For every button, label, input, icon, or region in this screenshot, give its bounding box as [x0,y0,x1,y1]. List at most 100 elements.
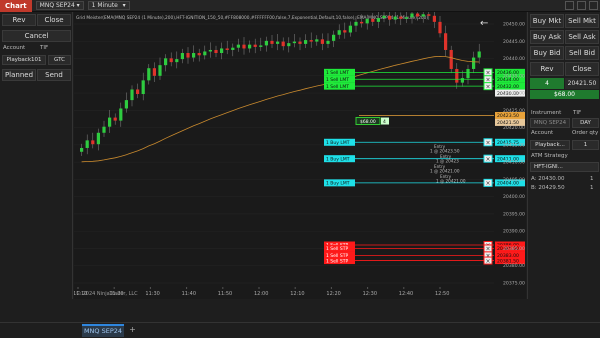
instrument-select[interactable]: MNQ SEP24 [530,118,570,128]
candle-body [337,30,341,35]
price-tick-label: 20410.00 [503,160,525,166]
time-tick-label: 11:30 [145,291,159,297]
time-tick-label: 12:30 [363,291,377,297]
price-tick-label: 20400.00 [503,194,525,200]
rev-button[interactable]: Rev [530,62,564,76]
close-window-icon[interactable] [589,1,598,10]
candle-body [348,25,352,33]
candle-body [124,100,128,109]
buy-bid-button[interactable]: Buy Bid [530,46,564,60]
candle-body [466,68,470,79]
close-button[interactable]: Close [37,14,71,26]
buy-ask-button[interactable]: Buy Ask [530,30,564,44]
rev-button[interactable]: Rev [2,14,36,26]
price-grid [74,23,494,284]
price-tick-label: 20430.00 [503,91,525,97]
position-avg-price: 20421.50 [565,78,599,89]
candle-body [298,41,302,44]
tif-select[interactable]: DAY [572,118,599,128]
position-qty: 4 [530,78,564,89]
candle-body [203,51,207,56]
add-tab-button[interactable]: + [128,326,137,335]
chart-tab[interactable]: Chart [0,0,32,12]
sell-limit-order-label: 1 Sell LMT [326,77,349,83]
candle-body [102,126,106,133]
account-select[interactable]: Playback... [530,140,570,150]
candle-body [416,13,420,17]
order-qty-input[interactable]: 1 [572,140,599,150]
atm-b-line: B: 20429.50 [531,185,565,191]
sell-stop-order-label: 1 Sell STP [326,246,348,252]
price-tick-label: 20420.00 [503,125,525,131]
planned-button[interactable]: Planned [2,69,36,81]
time-tick-label: 12:10 [290,291,304,297]
candle-body [91,140,95,145]
instrument-selector[interactable]: MNQ SEP24 ▾ [35,1,84,10]
order-lines: 1 Sell LMT × 20436.001 Sell LMT × 20434.001 … [324,68,525,265]
price-tick-label: 20390.00 [503,229,525,235]
close-icon: × [486,258,491,265]
time-tick-label: 11:40 [182,291,196,297]
buy-mkt-button[interactable]: Buy Mkt [530,14,564,28]
price-tick-label: 20405.00 [503,177,525,183]
atm-strategy-select[interactable]: HFT-IGNI... [530,162,599,172]
account-select[interactable]: Playback101 [2,55,46,65]
tab-mnq-sep24[interactable]: MNQ SEP24 [82,324,124,337]
tif-select[interactable]: GTC [48,55,71,65]
candle-body [449,49,453,69]
chevron-down-icon: ▾ [122,2,126,9]
candle-body [421,14,425,17]
account-label: Account [3,45,26,51]
candle-body [304,40,308,44]
cancel-button[interactable]: Cancel [2,30,71,42]
candle-body [444,33,448,50]
atm-a-line: A: 20430.00 [531,176,565,182]
sell-ask-button[interactable]: Sell Ask [565,30,599,44]
candle-body [169,58,173,63]
price-tick-label: 20375.00 [503,281,525,287]
candle-body [287,43,291,47]
pnl-qty: 4 [383,119,386,125]
candle-body [186,53,190,58]
candle-body [130,89,134,101]
minimize-icon[interactable] [565,1,574,10]
atm-a-qty: 1 [590,176,594,182]
entry-detail: 1 @ 20423.50 [430,149,460,154]
candle-body [292,41,296,44]
chart-canvas[interactable]: Grid Meister(EMA(MNQ SEP24 (1 Minute),20… [74,5,526,287]
chart-area[interactable]: Grid Meister(EMA(MNQ SEP24 (1 Minute),20… [74,5,526,287]
price-tick-label: 20425.00 [503,108,525,114]
candle-body [259,45,263,47]
candle-body [119,108,123,121]
candle-body [253,44,257,47]
candle-body [332,34,336,41]
back-arrow-icon[interactable]: ← [480,18,488,29]
time-axis-labels: 11:10 11:20 11:30 11:40 11:50 12:00 12:10 12:20… [73,287,449,297]
maximize-icon[interactable] [577,1,586,10]
candle-body [141,80,145,95]
candle-body [85,140,89,148]
candle-body [158,65,162,76]
close-icon: × [486,83,491,90]
top-toolbar: Chart MNQ SEP24 ▾ 1 Minute ▾ [0,0,600,12]
price-tick-label: 20380.00 [503,263,525,269]
candle-body [393,16,397,20]
window-controls [565,1,598,10]
timeframe-selector[interactable]: 1 Minute ▾ [87,1,130,10]
candle-body [326,40,330,44]
close-icon: × [486,180,491,187]
sell-mkt-button[interactable]: Sell Mkt [565,14,599,28]
candle-body [477,51,481,58]
pnl-value: $68.00 [360,119,376,125]
candle-body [147,68,151,81]
candle-body [108,117,112,127]
sell-limit-order-price: 20432.00 [497,84,519,90]
entry-detail: 1 @ 20421.00 [430,169,460,174]
candlesticks [80,5,481,156]
candle-body [365,18,369,24]
candle-body [382,15,386,19]
close-button[interactable]: Close [565,62,599,76]
tif-label: TIF [573,110,582,116]
send-button[interactable]: Send [37,69,71,81]
sell-bid-button[interactable]: Sell Bid [565,46,599,60]
